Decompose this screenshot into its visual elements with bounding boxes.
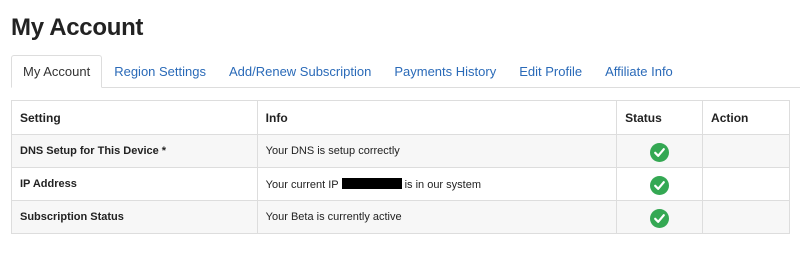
table-header-row: Setting Info Status Action <box>11 100 790 135</box>
tab-payments-history[interactable]: Payments History <box>382 55 507 87</box>
info-text-after: is in our system <box>404 178 481 191</box>
redacted-ip-block <box>341 177 402 189</box>
table-row: Subscription Status Your Beta is current… <box>11 200 790 234</box>
setting-cell: IP Address <box>11 167 258 201</box>
check-icon <box>650 175 670 195</box>
info-text-before: Your current IP <box>265 178 339 191</box>
tab-my-account[interactable]: My Account <box>11 55 103 88</box>
header-info: Info <box>256 100 618 135</box>
action-cell <box>702 134 790 168</box>
setting-cell: Subscription Status <box>11 200 258 234</box>
header-status: Status <box>616 100 704 135</box>
info-cell: Your Beta is currently active <box>256 200 618 234</box>
account-settings-table: Setting Info Status Action DNS Setup for… <box>11 100 790 234</box>
info-cell: Your current IP is in our system <box>256 167 618 201</box>
setting-cell: DNS Setup for This Device * <box>11 134 258 168</box>
tab-edit-profile[interactable]: Edit Profile <box>507 55 593 87</box>
tab-add-renew-subscription[interactable]: Add/Renew Subscription <box>217 55 382 87</box>
header-setting: Setting <box>11 100 258 135</box>
page-title: My Account <box>11 14 144 41</box>
header-action: Action <box>702 100 790 135</box>
tab-region-settings[interactable]: Region Settings <box>102 55 217 87</box>
status-cell <box>616 200 704 234</box>
status-cell <box>616 134 704 168</box>
status-cell <box>616 167 704 201</box>
action-cell <box>702 167 790 201</box>
check-icon <box>650 142 670 162</box>
account-tabs: My Account Region Settings Add/Renew Sub… <box>11 55 800 88</box>
tab-affiliate-info[interactable]: Affiliate Info <box>593 55 684 87</box>
action-cell <box>702 200 790 234</box>
info-cell: Your DNS is setup correctly <box>256 134 618 168</box>
table-row: DNS Setup for This Device * Your DNS is … <box>11 134 790 168</box>
check-icon <box>650 208 670 228</box>
table-row: IP Address Your current IP is in our sys… <box>11 167 790 201</box>
